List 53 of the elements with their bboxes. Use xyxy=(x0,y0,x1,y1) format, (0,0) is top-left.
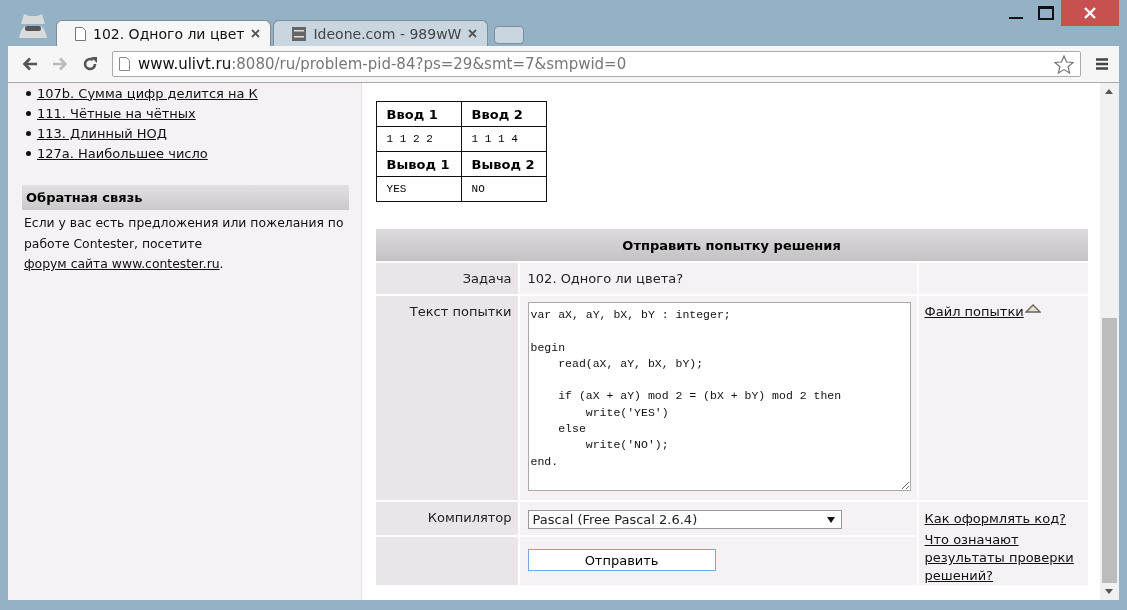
incognito-icon xyxy=(16,12,50,40)
menu-icon[interactable] xyxy=(1095,57,1109,71)
table-cell: 1 1 2 2 xyxy=(376,126,462,152)
problem-link[interactable]: 111. Чётные на чётных xyxy=(37,105,196,121)
field-label: Компилятор xyxy=(375,500,520,535)
field-label: Текст попытки xyxy=(375,294,520,500)
table-header: Вывод 2 xyxy=(461,151,547,177)
site-logo-icon xyxy=(292,26,307,41)
compiler-dropdown[interactable]: Pascal (Free Pascal 2.6.4) xyxy=(527,510,842,529)
back-icon[interactable] xyxy=(22,57,38,71)
problem-link[interactable]: 127a. Наибольшее число xyxy=(37,145,208,161)
problem-link[interactable]: 113. Длинный НОД xyxy=(37,125,167,141)
table-header: Вывод 1 xyxy=(376,151,462,177)
close-icon[interactable] xyxy=(251,29,261,38)
task-name: 102. Одного ли цвета? xyxy=(519,261,919,294)
table-cell: 1 1 1 4 xyxy=(461,126,547,152)
forum-link[interactable]: форум сайта www.contester.ru xyxy=(24,256,220,271)
feedback-text: Если у вас есть предложения или пожелания по работе Contester, посетите форум сайта www.contester.ru. xyxy=(23,214,345,273)
table-header: Ввод 1 xyxy=(376,101,462,127)
page-icon xyxy=(75,26,86,41)
code-field[interactable]: var aX, aY, bX, bY : integer; begin read(aX, aY, bX, bY); if (aX + aY) mod 2 = (bX + bY) mod 2 then write('YES') else write('NO'); end. xyxy=(527,302,911,491)
problem-link[interactable]: 107b. Сумма цифр делится на К xyxy=(37,85,258,101)
tab-title: 102. Одного ли цвет xyxy=(93,25,245,42)
scrollbar[interactable] xyxy=(1099,83,1119,600)
star-icon[interactable] xyxy=(1054,54,1074,74)
bullet-icon xyxy=(26,130,31,136)
file-link[interactable]: Файл попытки xyxy=(924,304,1024,319)
browser-tab[interactable]: 102. Одного ли цвет xyxy=(56,20,272,46)
close-icon[interactable] xyxy=(468,29,478,38)
scroll-down-icon[interactable] xyxy=(1105,589,1114,594)
caret-icon xyxy=(826,516,835,523)
scroll-up-icon[interactable] xyxy=(1105,89,1114,94)
bullet-icon xyxy=(26,90,31,96)
form-title: Отправить попытку решения xyxy=(375,229,1088,261)
close-icon xyxy=(1084,7,1096,19)
bullet-icon xyxy=(26,150,31,156)
close-button[interactable] xyxy=(1061,0,1119,26)
table-header: Ввод 2 xyxy=(461,101,547,127)
page-icon xyxy=(119,57,130,71)
submit-button[interactable]: Отправить xyxy=(527,549,716,571)
url-text: www.ulivt.ru:8080/ru/problem-pid-84?ps=29&smt=7&smpwid=0 xyxy=(138,55,628,73)
section-header: Обратная связь xyxy=(22,185,349,210)
table-cell: YES xyxy=(376,176,462,202)
table-cell: NO xyxy=(461,176,547,202)
tab-title: Ideone.com - 989wW xyxy=(313,25,462,42)
address-bar[interactable]: www.ulivt.ru:8080/ru/problem-pid-84?ps=29&smt=7&smpwid=0 xyxy=(112,51,1081,77)
help-link[interactable]: Как оформлять код? xyxy=(924,510,1066,528)
triangle-icon xyxy=(1024,304,1041,313)
reload-icon[interactable] xyxy=(82,56,98,72)
help-link[interactable]: Что означают результаты проверки решений? xyxy=(924,531,1082,585)
field-label: Задача xyxy=(375,261,520,294)
bullet-icon xyxy=(26,110,31,116)
browser-tab[interactable]: Ideone.com - 989wW xyxy=(273,20,489,46)
